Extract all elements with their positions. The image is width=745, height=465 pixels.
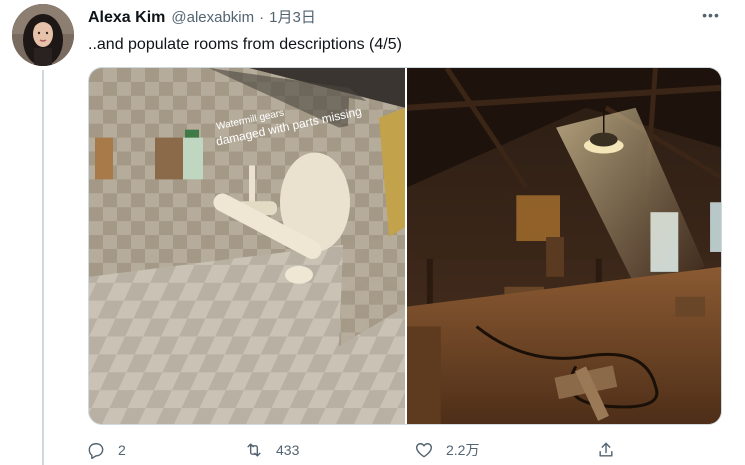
author-handle[interactable]: @alexabkim <box>171 9 254 26</box>
author-name[interactable]: Alexa Kim <box>88 9 165 27</box>
avatar-image <box>12 4 74 66</box>
media-grid: Watermill gears damaged with parts missi… <box>88 67 722 425</box>
tweet-header: Alexa Kim @alexabkim · 1月3日 <box>88 6 316 28</box>
reply-icon <box>84 438 108 462</box>
tweet-text: ..and populate rooms from descriptions (… <box>88 36 402 53</box>
thread-line <box>42 70 44 465</box>
share-icon <box>594 438 618 462</box>
reply-button[interactable]: 2 <box>84 436 126 464</box>
like-count: 2.2万 <box>446 442 480 458</box>
media-image-right[interactable] <box>407 68 721 424</box>
tweet-date[interactable]: 1月3日 <box>269 6 316 27</box>
avatar[interactable] <box>12 4 74 66</box>
like-button[interactable]: 2.2万 <box>412 436 479 464</box>
more-options-button[interactable]: ••• <box>699 6 723 26</box>
heart-icon <box>412 438 436 462</box>
media-image-left[interactable]: Watermill gears damaged with parts missi… <box>89 68 405 424</box>
retweet-icon <box>242 438 266 462</box>
workshop-scene <box>407 68 721 424</box>
header-separator: · <box>259 9 265 26</box>
retweet-count: 433 <box>276 442 300 458</box>
vr-room-scene: Watermill gears damaged with parts missi… <box>89 68 405 424</box>
share-button[interactable] <box>594 436 618 464</box>
action-bar: 2 433 2.2万 <box>84 436 644 464</box>
retweet-button[interactable]: 433 <box>242 436 299 464</box>
reply-count: 2 <box>118 442 126 458</box>
